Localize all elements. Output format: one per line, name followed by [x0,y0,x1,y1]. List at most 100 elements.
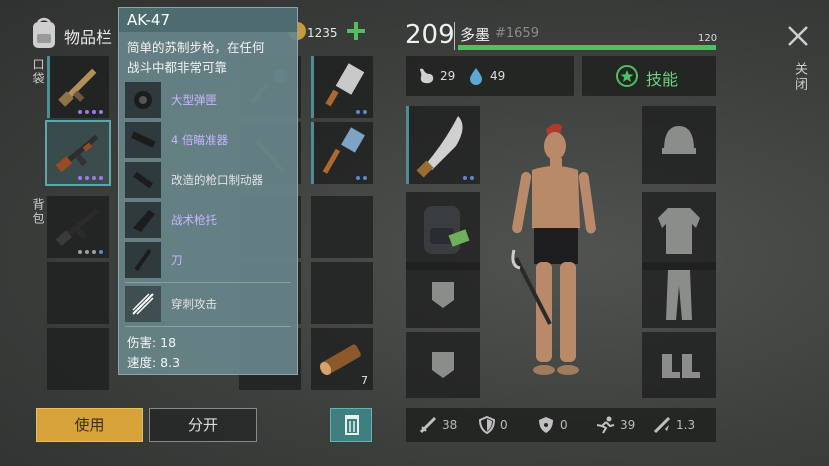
magazine-icon [125,82,161,118]
equip-slot-backpack[interactable] [406,192,480,270]
mod-row-muzzle: 改造的枪口制动器 [125,162,295,198]
description-line: 简单的苏制步枪，在任何 [127,40,265,55]
attack-type-row: 穿刺攻击 [125,286,295,322]
stock-icon [125,202,161,238]
equip-slot-torso[interactable] [642,192,716,270]
pocket-label: 口袋 [31,58,45,86]
use-button[interactable]: 使用 [36,408,143,442]
player-character [498,118,618,388]
pocket-icon [432,352,454,378]
speed-stat: 速度: 8.3 [127,355,181,370]
speed-value: 39 [620,418,636,432]
hp-bar-fill [458,45,716,50]
skill-star-icon [616,65,638,87]
equip-slot-pocket[interactable] [406,332,480,398]
player-hp: 120 [698,33,718,44]
backpack-label: 背包 [31,198,45,226]
stats-bar: 38 0 0 39 1.3 [406,408,716,442]
jacket-icon [658,208,700,254]
mod-label: 改造的枪口制动器 [171,173,263,187]
inventory-slot-empty[interactable] [47,328,109,390]
close-button[interactable]: 关闭 [786,24,812,94]
attack-stat: 38 [418,408,457,442]
inventory-slot-rifle-black[interactable] [47,196,109,258]
inventory-slot-empty[interactable] [311,196,373,258]
backpack-icon [30,16,58,50]
tooltip-divider [125,282,291,283]
description-line: 战斗中都非常可靠 [127,60,228,75]
defense-stat: 0 [478,408,508,442]
equip-slot-head[interactable] [642,106,716,184]
currency-value: 1235 [307,26,338,40]
rarity-stripe [47,56,50,118]
radiation-stat: 0 [536,408,568,442]
status-panel: 29 49 [406,56,574,96]
equip-slot-feet[interactable] [642,332,716,398]
close-icon [788,26,808,46]
machete-icon [416,116,463,178]
add-currency-button[interactable] [345,20,367,42]
scope-icon [125,122,161,158]
rarity-stripe [311,56,314,118]
cleaver-icon [325,63,365,107]
equip-slot-weapon[interactable] [406,106,480,184]
mod-row-stock: 战术枪托 [125,202,295,238]
tooltip-description: 简单的苏制步枪，在任何 战斗中都非常可靠 [119,32,297,78]
mod-label: 刀 [171,253,183,267]
crit-sword-icon [653,416,671,434]
inventory-slot-empty[interactable] [47,262,109,324]
defense-value: 0 [500,418,508,432]
tooltip-item-name: AK-47 [119,8,297,32]
hat-icon [662,126,696,154]
player-id: #1659 [495,26,539,41]
ak47-icon [55,134,99,173]
pierce-attack-icon [125,286,161,322]
mod-label: 战术枪托 [171,213,217,227]
mod-row-magazine: 大型弹匣 [125,82,295,118]
plus-icon [347,22,365,40]
crit-value: 1.3 [676,418,696,432]
speed-stat-bar: 39 [594,408,635,442]
radiation-shield-icon [539,417,553,433]
radiation-value: 0 [560,418,568,432]
item-count: 7 [361,374,368,387]
shield-icon [478,415,496,435]
water-drop-icon [470,68,482,85]
attack-type-label: 穿刺攻击 [171,297,217,311]
boots-icon [662,354,700,378]
pants-icon [666,270,692,320]
split-button[interactable]: 分开 [149,408,257,442]
inventory-slot-cleaver[interactable] [311,56,373,118]
bayonet-icon [125,242,161,278]
skills-label: 技能 [646,70,679,89]
equip-slot-pocket[interactable] [406,262,480,328]
player-name: 多墨 [460,26,491,44]
assault-rifle-icon [58,68,97,107]
food-value: 29 [440,69,456,83]
mod-row-scope: 4 倍瞄准器 [125,122,295,158]
skills-button[interactable]: 技能 [582,56,716,96]
inventory-slot-empty[interactable] [311,262,373,324]
inventory-slot-log[interactable]: 7 [311,328,373,390]
item-tooltip: AK-47 简单的苏制步枪，在任何 战斗中都非常可靠 大型弹匣 4 倍瞄准器 改… [118,7,298,375]
inventory-slot-ak47[interactable] [45,120,111,186]
muzzle-brake-icon [125,162,161,198]
pocket-icon [432,282,454,308]
sword-icon [419,416,437,434]
water-value: 49 [490,69,506,83]
close-label: 关闭 [792,62,807,92]
mod-row-bayonet: 刀 [125,242,295,278]
stomach-icon [420,68,434,84]
inventory-slot-rifle-tan[interactable] [47,56,109,118]
delete-button[interactable] [330,408,372,442]
attack-value: 38 [442,418,458,432]
rarity-stripe [311,122,314,184]
sledgehammer-icon [322,127,365,174]
name-divider [454,22,455,50]
backpack-item-icon [424,206,470,254]
rarity-stripe [406,106,409,184]
inventory-slot-sledgehammer[interactable] [311,122,373,184]
crit-stat: 1.3 [652,408,695,442]
equip-slot-legs[interactable] [642,262,716,328]
tooltip-divider [125,326,291,327]
